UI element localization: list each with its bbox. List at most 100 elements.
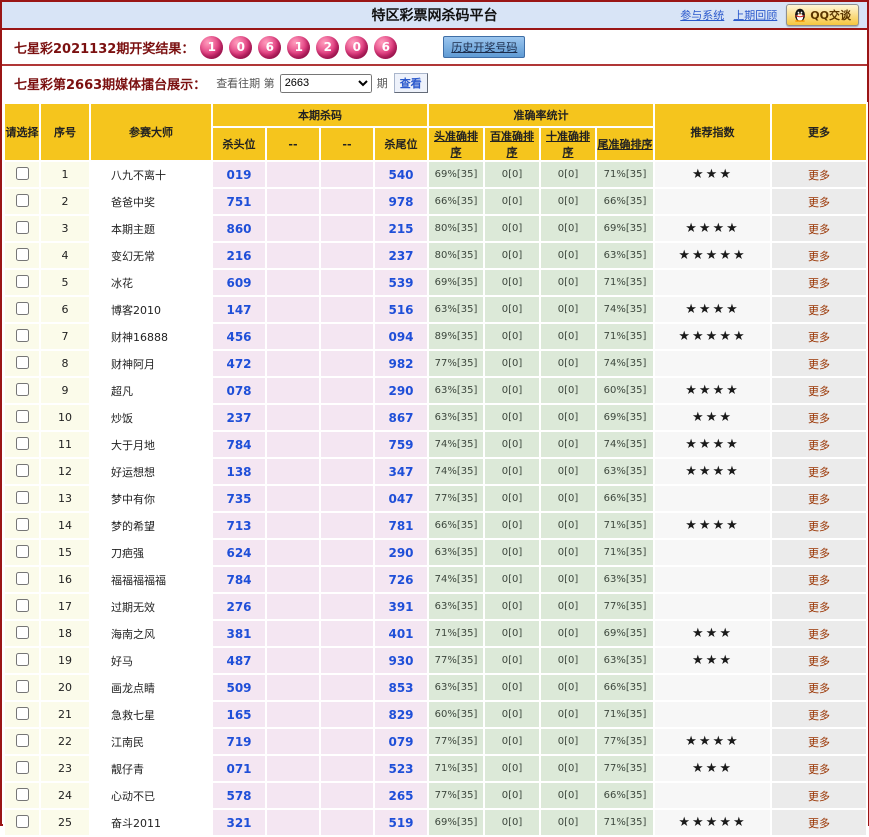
more-link[interactable]: 更多 — [808, 628, 830, 641]
kill-head-link[interactable]: 487 — [226, 654, 251, 668]
kill-head-link[interactable]: 147 — [226, 303, 251, 317]
kill-head-link[interactable]: 735 — [226, 492, 251, 506]
kill-tail-link[interactable]: 540 — [388, 168, 413, 182]
period-select[interactable]: 2663 — [279, 73, 372, 93]
kill-head-link[interactable]: 713 — [226, 519, 251, 533]
kill-head-link[interactable]: 472 — [226, 357, 251, 371]
kill-tail-link[interactable]: 853 — [388, 681, 413, 695]
kill-head-link[interactable]: 165 — [226, 708, 251, 722]
kill-head-link[interactable]: 578 — [226, 789, 251, 803]
more-link[interactable]: 更多 — [808, 493, 830, 506]
row-select-checkbox[interactable] — [15, 220, 29, 234]
kill-tail-link[interactable]: 215 — [388, 222, 413, 236]
kill-head-link[interactable]: 381 — [226, 627, 251, 641]
kill-head-link[interactable]: 078 — [226, 384, 251, 398]
kill-tail-link[interactable]: 519 — [388, 816, 413, 830]
link-join-system[interactable]: 参与系统 — [680, 7, 724, 23]
sort-link-hundreds-accuracy[interactable]: 百准确排序 — [490, 130, 534, 159]
kill-tail-link[interactable]: 347 — [388, 465, 413, 479]
kill-tail-link[interactable]: 982 — [388, 357, 413, 371]
more-link[interactable]: 更多 — [808, 358, 830, 371]
kill-tail-link[interactable]: 523 — [388, 762, 413, 776]
kill-head-link[interactable]: 719 — [226, 735, 251, 749]
row-select-checkbox[interactable] — [15, 328, 29, 342]
kill-head-link[interactable]: 456 — [226, 330, 251, 344]
kill-tail-link[interactable]: 265 — [388, 789, 413, 803]
more-link[interactable]: 更多 — [808, 763, 830, 776]
row-select-checkbox[interactable] — [15, 193, 29, 207]
kill-tail-link[interactable]: 079 — [388, 735, 413, 749]
more-link[interactable]: 更多 — [808, 601, 830, 614]
row-select-checkbox[interactable] — [15, 274, 29, 288]
kill-head-link[interactable]: 276 — [226, 600, 251, 614]
row-select-checkbox[interactable] — [15, 706, 29, 720]
kill-head-link[interactable]: 509 — [226, 681, 251, 695]
kill-head-link[interactable]: 751 — [226, 195, 251, 209]
more-link[interactable]: 更多 — [808, 331, 830, 344]
more-link[interactable]: 更多 — [808, 385, 830, 398]
row-select-checkbox[interactable] — [15, 679, 29, 693]
row-select-checkbox[interactable] — [15, 166, 29, 180]
kill-tail-link[interactable]: 391 — [388, 600, 413, 614]
kill-tail-link[interactable]: 047 — [388, 492, 413, 506]
row-select-checkbox[interactable] — [15, 247, 29, 261]
more-link[interactable]: 更多 — [808, 169, 830, 182]
row-select-checkbox[interactable] — [15, 544, 29, 558]
kill-head-link[interactable]: 019 — [226, 168, 251, 182]
more-link[interactable]: 更多 — [808, 466, 830, 479]
kill-tail-link[interactable]: 094 — [388, 330, 413, 344]
row-select-checkbox[interactable] — [15, 301, 29, 315]
kill-head-link[interactable]: 624 — [226, 546, 251, 560]
kill-tail-link[interactable]: 978 — [388, 195, 413, 209]
kill-tail-link[interactable]: 237 — [388, 249, 413, 263]
kill-tail-link[interactable]: 930 — [388, 654, 413, 668]
row-select-checkbox[interactable] — [15, 625, 29, 639]
row-select-checkbox[interactable] — [15, 733, 29, 747]
row-select-checkbox[interactable] — [15, 652, 29, 666]
kill-tail-link[interactable]: 867 — [388, 411, 413, 425]
kill-tail-link[interactable]: 290 — [388, 384, 413, 398]
sort-link-tail-accuracy[interactable]: 尾准确排序 — [598, 138, 653, 151]
view-button[interactable]: 查看 — [393, 73, 428, 93]
more-link[interactable]: 更多 — [808, 547, 830, 560]
kill-head-link[interactable]: 216 — [226, 249, 251, 263]
kill-head-link[interactable]: 321 — [226, 816, 251, 830]
row-select-checkbox[interactable] — [15, 787, 29, 801]
more-link[interactable]: 更多 — [808, 790, 830, 803]
qq-chat-button[interactable]: QQ交谈 — [786, 4, 859, 26]
more-link[interactable]: 更多 — [808, 520, 830, 533]
kill-tail-link[interactable]: 516 — [388, 303, 413, 317]
kill-tail-link[interactable]: 401 — [388, 627, 413, 641]
history-numbers-link[interactable]: 历史开奖号码 — [443, 36, 526, 58]
row-select-checkbox[interactable] — [15, 382, 29, 396]
more-link[interactable]: 更多 — [808, 196, 830, 209]
more-link[interactable]: 更多 — [808, 277, 830, 290]
row-select-checkbox[interactable] — [15, 571, 29, 585]
more-link[interactable]: 更多 — [808, 412, 830, 425]
kill-tail-link[interactable]: 759 — [388, 438, 413, 452]
kill-tail-link[interactable]: 781 — [388, 519, 413, 533]
kill-head-link[interactable]: 071 — [226, 762, 251, 776]
more-link[interactable]: 更多 — [808, 817, 830, 830]
more-link[interactable]: 更多 — [808, 304, 830, 317]
kill-head-link[interactable]: 138 — [226, 465, 251, 479]
row-select-checkbox[interactable] — [15, 517, 29, 531]
kill-head-link[interactable]: 237 — [226, 411, 251, 425]
kill-tail-link[interactable]: 726 — [388, 573, 413, 587]
row-select-checkbox[interactable] — [15, 409, 29, 423]
sort-link-head-accuracy[interactable]: 头准确排序 — [434, 130, 478, 159]
kill-head-link[interactable]: 784 — [226, 438, 251, 452]
kill-tail-link[interactable]: 290 — [388, 546, 413, 560]
more-link[interactable]: 更多 — [808, 574, 830, 587]
kill-head-link[interactable]: 609 — [226, 276, 251, 290]
kill-head-link[interactable]: 784 — [226, 573, 251, 587]
row-select-checkbox[interactable] — [15, 436, 29, 450]
kill-head-link[interactable]: 860 — [226, 222, 251, 236]
row-select-checkbox[interactable] — [15, 490, 29, 504]
row-select-checkbox[interactable] — [15, 463, 29, 477]
more-link[interactable]: 更多 — [808, 250, 830, 263]
more-link[interactable]: 更多 — [808, 655, 830, 668]
kill-tail-link[interactable]: 539 — [388, 276, 413, 290]
more-link[interactable]: 更多 — [808, 682, 830, 695]
more-link[interactable]: 更多 — [808, 223, 830, 236]
